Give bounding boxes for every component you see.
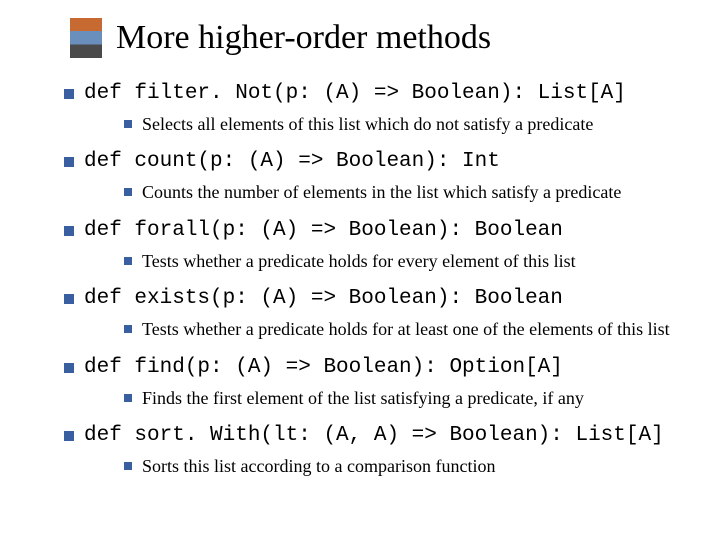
method-signature: def count(p: (A) => Boolean): Int	[84, 150, 500, 173]
method-signature: def forall(p: (A) => Boolean): Boolean	[84, 219, 563, 242]
method-description: Selects all elements of this list which …	[124, 113, 690, 136]
list-item: def exists(p: (A) => Boolean): Boolean T…	[64, 287, 690, 341]
desc-list: Tests whether a predicate holds for ever…	[84, 250, 690, 273]
title-accent-bar	[70, 18, 102, 58]
list-item: def forall(p: (A) => Boolean): Boolean T…	[64, 219, 690, 273]
method-description: Tests whether a predicate holds for at l…	[124, 318, 690, 341]
method-description: Tests whether a predicate holds for ever…	[124, 250, 690, 273]
method-description: Finds the first element of the list sati…	[124, 387, 690, 410]
list-item: def find(p: (A) => Boolean): Option[A] F…	[64, 356, 690, 410]
desc-list: Sorts this list according to a compariso…	[84, 455, 690, 478]
slide-title: More higher-order methods	[116, 19, 491, 57]
list-item: def count(p: (A) => Boolean): Int Counts…	[64, 150, 690, 204]
slide: More higher-order methods def filter. No…	[0, 0, 720, 512]
desc-list: Selects all elements of this list which …	[84, 113, 690, 136]
method-signature: def sort. With(lt: (A, A) => Boolean): L…	[84, 424, 664, 447]
title-row: More higher-order methods	[70, 18, 690, 58]
desc-list: Tests whether a predicate holds for at l…	[84, 318, 690, 341]
method-signature: def filter. Not(p: (A) => Boolean): List…	[84, 82, 626, 105]
desc-list: Counts the number of elements in the lis…	[84, 181, 690, 204]
method-description: Sorts this list according to a compariso…	[124, 455, 690, 478]
method-list: def filter. Not(p: (A) => Boolean): List…	[30, 82, 690, 478]
method-signature: def find(p: (A) => Boolean): Option[A]	[84, 356, 563, 379]
list-item: def sort. With(lt: (A, A) => Boolean): L…	[64, 424, 690, 478]
list-item: def filter. Not(p: (A) => Boolean): List…	[64, 82, 690, 136]
method-description: Counts the number of elements in the lis…	[124, 181, 690, 204]
desc-list: Finds the first element of the list sati…	[84, 387, 690, 410]
method-signature: def exists(p: (A) => Boolean): Boolean	[84, 287, 563, 310]
